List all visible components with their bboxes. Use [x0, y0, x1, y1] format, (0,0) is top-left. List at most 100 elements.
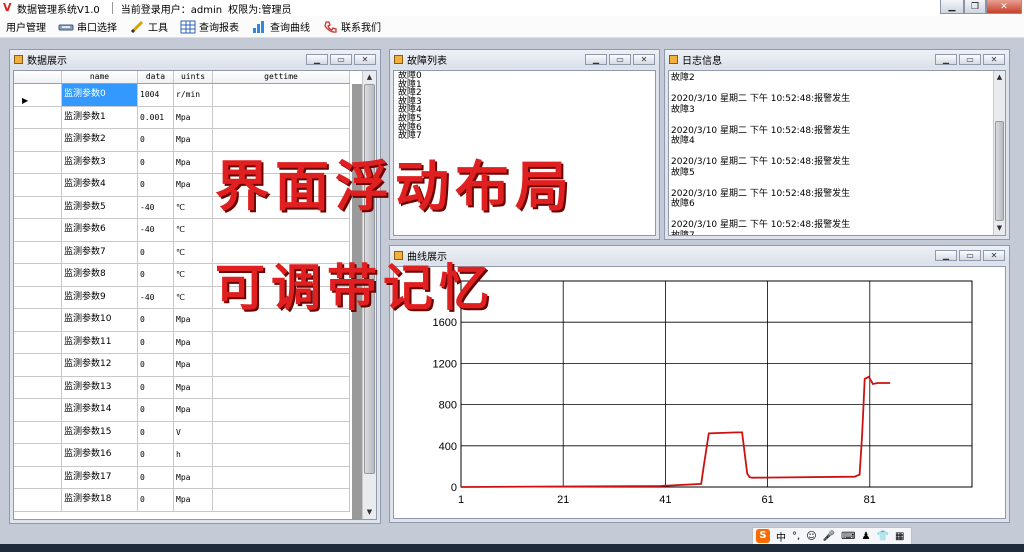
row-header[interactable]: [14, 196, 62, 218]
row-header[interactable]: [14, 466, 62, 488]
panel-minimize-button[interactable]: ▁: [935, 53, 957, 65]
cell-name[interactable]: 监测参数14: [62, 399, 138, 421]
cell-data[interactable]: 0: [138, 151, 174, 173]
cell-unit[interactable]: ℃: [174, 241, 213, 263]
log-panel-caption[interactable]: 日志信息 ▁ ▭ ✕: [665, 50, 1009, 68]
panel-restore-button[interactable]: ▭: [609, 53, 631, 65]
cell-name[interactable]: 监测参数10: [62, 309, 138, 331]
scroll-up-icon[interactable]: ▲: [994, 71, 1005, 84]
table-row[interactable]: 监测参数14 0 Mpa: [14, 399, 350, 422]
row-header[interactable]: ▶: [14, 84, 62, 106]
table-row[interactable]: ▶ 监测参数0 1004 r/min: [14, 84, 350, 107]
cell-name[interactable]: 监测参数15: [62, 421, 138, 443]
cell-name[interactable]: 监测参数6: [62, 219, 138, 241]
menu-query-curve[interactable]: 查询曲线: [245, 17, 316, 37]
row-header[interactable]: [14, 309, 62, 331]
menu-user-management[interactable]: 用户管理: [0, 17, 52, 37]
cell-gettime[interactable]: [213, 444, 350, 466]
cell-gettime[interactable]: [213, 489, 350, 511]
row-header[interactable]: [14, 444, 62, 466]
cell-unit[interactable]: r/min: [174, 84, 213, 106]
table-row[interactable]: 监测参数11 0 Mpa: [14, 331, 350, 354]
cell-unit[interactable]: ℃: [174, 286, 213, 308]
keyboard-icon[interactable]: ⌨: [841, 531, 855, 542]
cell-gettime[interactable]: [213, 399, 350, 421]
col-header-gettime[interactable]: gettime: [213, 71, 350, 83]
panel-restore-button[interactable]: ▭: [959, 249, 981, 261]
cell-gettime[interactable]: [213, 106, 350, 128]
panel-restore-button[interactable]: ▭: [330, 53, 352, 65]
close-button[interactable]: ✕: [986, 0, 1022, 14]
user-icon[interactable]: ♟: [862, 531, 871, 542]
table-row[interactable]: 监测参数13 0 Mpa: [14, 376, 350, 399]
cell-data[interactable]: 0: [138, 399, 174, 421]
col-header-units[interactable]: uints: [174, 71, 213, 83]
menu-query-report[interactable]: 查询报表: [174, 17, 245, 37]
log-textbox[interactable]: 故障2 2020/3/10 星期二 下午 10:52:48:报警发生 故障3 2…: [668, 70, 1006, 236]
panel-close-button[interactable]: ✕: [633, 53, 655, 65]
cell-data[interactable]: 0: [138, 241, 174, 263]
row-header[interactable]: [14, 264, 62, 286]
cell-unit[interactable]: h: [174, 444, 213, 466]
cell-name[interactable]: 监测参数9: [62, 286, 138, 308]
cell-name[interactable]: 监测参数12: [62, 354, 138, 376]
shirt-icon[interactable]: 👕: [876, 531, 888, 542]
cell-data[interactable]: 0.001: [138, 106, 174, 128]
minimize-button[interactable]: ▁: [940, 0, 964, 14]
cell-unit[interactable]: Mpa: [174, 106, 213, 128]
scroll-up-icon[interactable]: ▲: [363, 71, 376, 84]
row-header[interactable]: [14, 421, 62, 443]
restore-button[interactable]: ❐: [964, 0, 986, 14]
cell-data[interactable]: -40: [138, 219, 174, 241]
cell-data[interactable]: 0: [138, 421, 174, 443]
log-vertical-scrollbar[interactable]: ▲ ▼: [993, 71, 1005, 235]
table-row[interactable]: 监测参数16 0 h: [14, 444, 350, 467]
panel-minimize-button[interactable]: ▁: [585, 53, 607, 65]
scroll-down-icon[interactable]: ▼: [363, 506, 376, 519]
cell-name[interactable]: 监测参数11: [62, 331, 138, 353]
panel-close-button[interactable]: ✕: [983, 249, 1005, 261]
menu-serial-select[interactable]: 串口选择: [52, 17, 123, 37]
panel-minimize-button[interactable]: ▁: [935, 249, 957, 261]
row-header[interactable]: [14, 129, 62, 151]
cell-unit[interactable]: ℃: [174, 219, 213, 241]
row-header[interactable]: [14, 241, 62, 263]
table-row[interactable]: 监测参数12 0 Mpa: [14, 354, 350, 377]
ime-punctuation-toggle[interactable]: °,: [792, 531, 800, 542]
cell-unit[interactable]: ℃: [174, 264, 213, 286]
row-header[interactable]: [14, 151, 62, 173]
microphone-icon[interactable]: 🎤: [823, 531, 835, 542]
cell-unit[interactable]: Mpa: [174, 151, 213, 173]
table-row[interactable]: 监测参数1 0.001 Mpa: [14, 106, 350, 129]
cell-name[interactable]: 监测参数17: [62, 466, 138, 488]
cell-data[interactable]: -40: [138, 196, 174, 218]
cell-gettime[interactable]: [213, 219, 350, 241]
cell-data[interactable]: 0: [138, 466, 174, 488]
row-header[interactable]: [14, 489, 62, 511]
panel-minimize-button[interactable]: ▁: [306, 53, 328, 65]
cell-name[interactable]: 监测参数0: [62, 84, 138, 106]
cell-gettime[interactable]: [213, 421, 350, 443]
cell-unit[interactable]: Mpa: [174, 399, 213, 421]
cell-unit[interactable]: Mpa: [174, 466, 213, 488]
panel-close-button[interactable]: ✕: [354, 53, 376, 65]
cell-data[interactable]: 0: [138, 264, 174, 286]
table-row[interactable]: 监测参数18 0 Mpa: [14, 489, 350, 512]
cell-name[interactable]: 监测参数8: [62, 264, 138, 286]
row-header[interactable]: [14, 174, 62, 196]
cell-data[interactable]: 0: [138, 444, 174, 466]
table-row[interactable]: 监测参数6 -40 ℃: [14, 219, 350, 242]
panel-close-button[interactable]: ✕: [983, 53, 1005, 65]
cell-name[interactable]: 监测参数1: [62, 106, 138, 128]
cell-name[interactable]: 监测参数16: [62, 444, 138, 466]
emoji-icon[interactable]: ☺: [806, 531, 816, 542]
panel-restore-button[interactable]: ▭: [959, 53, 981, 65]
menu-contact-us[interactable]: 联系我们: [316, 17, 387, 37]
row-header[interactable]: [14, 376, 62, 398]
cell-name[interactable]: 监测参数13: [62, 376, 138, 398]
cell-unit[interactable]: Mpa: [174, 174, 213, 196]
col-header-data[interactable]: data: [138, 71, 174, 83]
cell-gettime[interactable]: [213, 466, 350, 488]
grid-menu-icon[interactable]: ▦: [895, 531, 904, 542]
cell-data[interactable]: -40: [138, 286, 174, 308]
